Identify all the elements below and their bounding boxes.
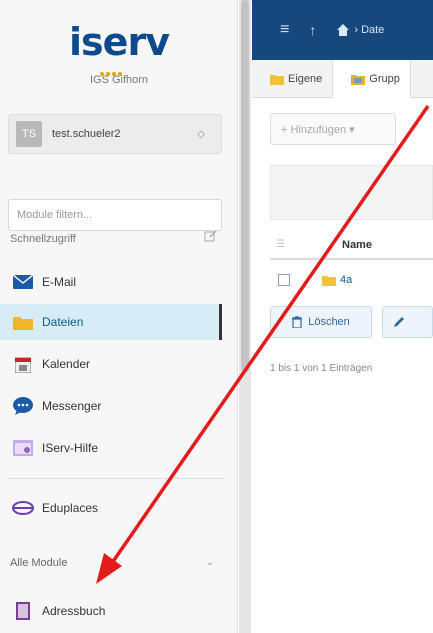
help-window-icon — [12, 437, 34, 459]
sidebar-item-label: E-Mail — [42, 275, 77, 289]
add-button[interactable]: + Hinzufügen ▾ — [270, 113, 396, 145]
sidebar-item-label: Dateien — [42, 315, 84, 329]
up-arrow-icon[interactable]: ↑ — [309, 22, 316, 38]
sidebar-item-calendar[interactable]: Kalender — [0, 346, 222, 382]
module-filter-input[interactable] — [8, 199, 222, 231]
table-row[interactable]: 4a — [270, 266, 433, 294]
sidebar-item-files[interactable]: Dateien — [0, 304, 222, 340]
address-book-icon — [12, 600, 34, 622]
folder-icon — [322, 275, 336, 286]
logo[interactable]: iserv IGS Gifhorn — [0, 22, 238, 86]
sidebar-item-label: Messenger — [42, 399, 102, 413]
row-name-link[interactable]: 4a — [340, 274, 352, 286]
tab-groups[interactable]: Grupp — [332, 60, 411, 98]
avatar: TS — [16, 121, 42, 147]
sidebar-item-help[interactable]: IServ-Hilfe — [0, 430, 222, 466]
eduplaces-icon — [12, 497, 34, 519]
chevron-down-icon[interactable]: ⌄ — [206, 557, 214, 568]
group-folder-icon — [351, 74, 366, 85]
sidebar-item-eduplaces[interactable]: Eduplaces — [0, 490, 222, 526]
trash-icon — [292, 316, 303, 328]
sidebar-item-label: IServ-Hilfe — [42, 441, 99, 455]
calendar-icon — [12, 353, 34, 375]
folder-icon — [270, 74, 284, 85]
edit-quick-access-icon[interactable] — [204, 229, 218, 243]
sidebar-item-email[interactable]: E-Mail — [0, 264, 222, 300]
folder-icon — [12, 311, 34, 333]
sidebar-item-messenger[interactable]: Messenger — [0, 388, 222, 424]
user-menu-caret-icon: ◇ — [197, 128, 205, 140]
sidebar-item-label: Eduplaces — [42, 501, 99, 515]
tab-own[interactable]: Eigene — [252, 60, 332, 98]
top-navbar: ≡ ↑ › Date — [252, 0, 433, 60]
select-all-icon[interactable]: ☰ — [276, 239, 288, 251]
logo-text: iserv — [69, 20, 170, 64]
breadcrumb[interactable]: › Date — [354, 24, 384, 36]
sidebar-item-address-book[interactable]: Adressbuch — [0, 593, 222, 629]
column-header-name[interactable]: Name — [342, 239, 372, 251]
pencil-icon — [394, 317, 404, 327]
sidebar-scrollbar[interactable] — [239, 0, 251, 633]
entries-count: 1 bis 1 von 1 Einträgen — [270, 363, 373, 374]
sidebar-divider — [8, 478, 224, 479]
home-icon[interactable] — [336, 23, 350, 37]
filter-bar — [270, 165, 433, 220]
main-content: ≡ ↑ › Date Eigene Grupp + Hinzufügen ▾ ☰… — [252, 0, 433, 633]
envelope-icon — [12, 271, 34, 293]
hamburger-menu-icon[interactable]: ≡ — [280, 21, 289, 39]
sidebar: iserv IGS Gifhorn TS test.schueler2 ◇ Sc… — [0, 0, 238, 633]
quick-access-label: Schnellzugriff — [10, 233, 76, 245]
sidebar-item-label: Adressbuch — [42, 604, 106, 618]
user-name: test.schueler2 — [52, 128, 121, 140]
chat-bubble-icon — [12, 395, 34, 417]
sidebar-item-label: Kalender — [42, 357, 91, 371]
table-header: ☰ Name — [270, 232, 433, 260]
tab-label: Grupp — [369, 73, 400, 85]
user-menu[interactable]: TS test.schueler2 ◇ — [8, 114, 222, 154]
row-checkbox[interactable] — [278, 274, 290, 286]
file-tabs: Eigene Grupp — [252, 60, 433, 98]
tab-label: Eigene — [288, 73, 323, 85]
logo-dots-icon — [97, 63, 127, 76]
scrollbar-thumb[interactable] — [241, 0, 249, 372]
edit-button[interactable] — [382, 306, 433, 338]
delete-button[interactable]: Löschen — [270, 306, 372, 338]
all-modules-toggle[interactable]: Alle Module — [10, 557, 67, 569]
delete-button-label: Löschen — [308, 316, 350, 328]
